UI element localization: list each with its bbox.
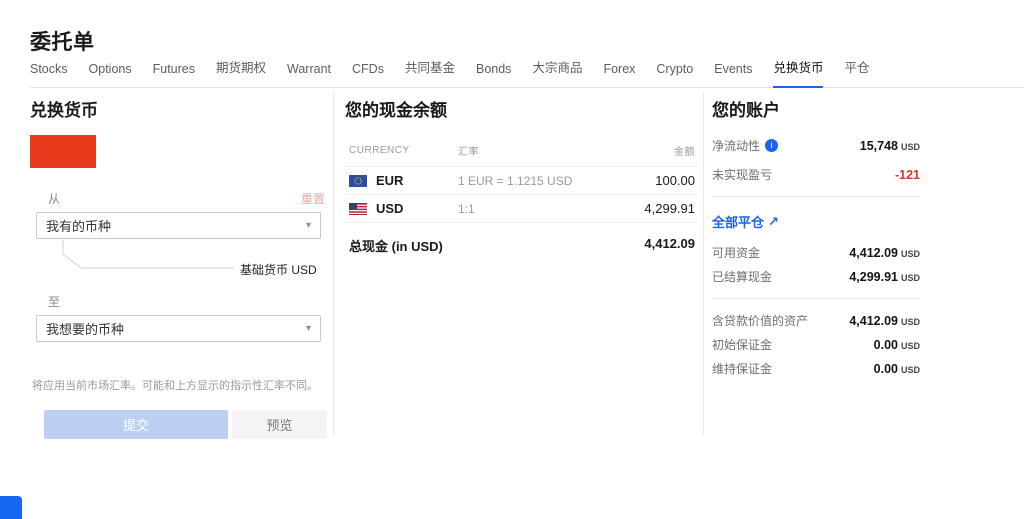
maintenance-margin-label: 维持保证金 xyxy=(712,362,773,376)
settled-cash-unit: USD xyxy=(900,272,920,283)
cash-table-header: CURRENCY 汇率 金额 xyxy=(345,143,698,167)
to-currency-value: 我想要的币种 xyxy=(46,322,125,337)
net-liquidity-number: 15,748 xyxy=(859,138,898,153)
settled-cash-label: 已结算现金 xyxy=(712,270,773,284)
col-rate: 汇率 xyxy=(458,147,479,158)
reset-link[interactable]: 重置 xyxy=(301,190,325,207)
account-title: 您的账户 xyxy=(712,101,780,120)
settled-cash-number: 4,299.91 xyxy=(849,269,898,284)
maintenance-margin-unit: USD xyxy=(900,364,920,375)
equity-with-loan-value: 4,412.09 USD xyxy=(849,314,920,328)
initial-margin-value: 0.00 USD xyxy=(874,338,920,352)
net-liquidity-text: 净流动性 xyxy=(712,139,761,153)
tab-mutual-funds[interactable]: 共同基金 xyxy=(405,57,455,88)
net-liquidity-value: 15,748 USD xyxy=(860,139,920,153)
tab-futures[interactable]: Futures xyxy=(153,62,195,88)
info-icon[interactable]: i xyxy=(765,139,779,152)
col-amount: 金额 xyxy=(674,147,695,158)
tab-crypto[interactable]: Crypto xyxy=(656,62,693,88)
conversion-path: 基础货币 USD xyxy=(36,239,327,293)
initial-margin-unit: USD xyxy=(900,340,920,351)
tab-stocks[interactable]: Stocks xyxy=(30,62,68,88)
order-type-tabbar: Stocks Options Futures 期货期权 Warrant CFDs… xyxy=(30,57,1024,88)
equity-with-loan-row: 含贷款价值的资产 4,412.09 USD xyxy=(712,312,920,329)
tab-bonds[interactable]: Bonds xyxy=(476,62,511,88)
to-currency-select[interactable]: 我想要的币种 ▾ xyxy=(36,315,321,342)
initial-margin-label: 初始保证金 xyxy=(712,338,773,352)
col-currency: CURRENCY xyxy=(349,145,410,156)
unrealized-pnl-value: -121 xyxy=(894,167,920,182)
from-label: 从 xyxy=(48,192,61,206)
eu-flag-icon xyxy=(349,174,367,187)
tab-warrant[interactable]: Warrant xyxy=(287,62,331,88)
net-liquidity-unit: USD xyxy=(900,141,920,152)
maintenance-margin-value: 0.00 USD xyxy=(874,362,920,376)
from-currency-value: 我有的币种 xyxy=(46,219,112,234)
equity-with-loan-unit: USD xyxy=(900,316,920,327)
tab-events[interactable]: Events xyxy=(714,62,752,88)
net-liquidity-row: 净流动性 i 15,748 USD xyxy=(712,137,920,154)
equity-with-loan-label: 含贷款价值的资产 xyxy=(712,314,809,328)
tab-currency-exchange[interactable]: 兑换货币 xyxy=(773,57,824,88)
close-all-text: 全部平仓 xyxy=(712,215,765,230)
tab-futures-options[interactable]: 期货期权 xyxy=(216,57,266,88)
currency-rate: 1:1 xyxy=(458,201,475,216)
chat-widget-button[interactable] xyxy=(0,496,22,519)
submit-button[interactable]: 提交 xyxy=(44,409,228,439)
to-label: 至 xyxy=(48,295,61,309)
currency-code: EUR xyxy=(376,173,404,188)
chevron-down-icon: ▾ xyxy=(305,323,311,334)
total-cash-amount: 4,412.09 xyxy=(644,236,695,251)
currency-code: USD xyxy=(376,201,404,216)
account-divider xyxy=(712,196,920,197)
tabs: Stocks Options Futures 期货期权 Warrant CFDs… xyxy=(30,57,1024,88)
available-funds-number: 4,412.09 xyxy=(849,245,898,260)
settled-cash-value: 4,299.91 USD xyxy=(849,270,920,284)
instrument-placeholder-block xyxy=(30,135,96,168)
tab-close-position[interactable]: 平仓 xyxy=(844,57,869,88)
page-title: 委托单 xyxy=(30,31,95,55)
initial-margin-row: 初始保证金 0.00 USD xyxy=(712,336,920,353)
initial-margin-number: 0.00 xyxy=(873,337,898,352)
settled-cash-row: 已结算现金 4,299.91 USD xyxy=(712,268,920,285)
unrealized-pnl-label: 未实现盈亏 xyxy=(712,168,773,182)
maintenance-margin-number: 0.00 xyxy=(873,361,898,376)
tab-cfds[interactable]: CFDs xyxy=(352,62,384,88)
currency-rate: 1 EUR = 1.1215 USD xyxy=(458,173,573,188)
column-divider-left xyxy=(333,92,334,435)
tab-commodities[interactable]: 大宗商品 xyxy=(532,57,582,88)
maintenance-margin-row: 维持保证金 0.00 USD xyxy=(712,360,920,377)
tab-options[interactable]: Options xyxy=(89,62,132,88)
available-funds-unit: USD xyxy=(900,248,920,259)
column-divider-right xyxy=(703,92,704,435)
account-divider xyxy=(712,298,920,299)
equity-with-loan-number: 4,412.09 xyxy=(849,313,898,328)
close-all-positions-link[interactable]: 全部平仓 ↗ xyxy=(712,212,779,231)
unrealized-pnl-row: 未实现盈亏 -121 xyxy=(712,166,920,183)
available-funds-label: 可用资金 xyxy=(712,246,761,260)
chevron-down-icon: ▾ xyxy=(305,220,311,231)
from-currency-select[interactable]: 我有的币种 ▾ xyxy=(36,212,321,239)
available-funds-value: 4,412.09 USD xyxy=(849,246,920,260)
total-cash-label: 总现金 (in USD) xyxy=(349,239,443,254)
available-funds-row: 可用资金 4,412.09 USD xyxy=(712,244,920,261)
tab-forex[interactable]: Forex xyxy=(603,62,635,88)
us-flag-icon xyxy=(349,202,367,215)
currency-amount: 4,299.91 xyxy=(644,201,695,216)
exchange-rate-note: 将应用当前市场汇率。可能和上方显示的指示性汇率不同。 xyxy=(32,380,318,392)
total-cash-row: 总现金 (in USD) 4,412.09 xyxy=(345,236,698,255)
net-liquidity-label: 净流动性 i xyxy=(712,137,779,154)
preview-button[interactable]: 预览 xyxy=(232,409,327,439)
account-panel: 您的账户 净流动性 i 15,748 USD 未实现盈亏 -121 全部平仓 ↗ … xyxy=(712,92,920,377)
cash-balance-panel: 您的现金余额 CURRENCY 汇率 金额 EUR 1 EUR = 1.1215… xyxy=(345,92,698,255)
external-arrow-icon: ↗ xyxy=(768,213,779,229)
base-currency-label: 基础货币 USD xyxy=(240,263,317,277)
currency-amount: 100.00 xyxy=(655,173,695,188)
currency-exchange-panel: 兑换货币 从 重置 我有的币种 ▾ 基础货币 USD 至 我想要的币种 ▾ 将应… xyxy=(30,92,327,439)
exchange-title: 兑换货币 xyxy=(30,101,98,120)
cash-row-usd: USD 1:1 4,299.91 xyxy=(345,195,698,223)
cash-balance-title: 您的现金余额 xyxy=(345,101,447,120)
cash-row-eur: EUR 1 EUR = 1.1215 USD 100.00 xyxy=(345,167,698,195)
